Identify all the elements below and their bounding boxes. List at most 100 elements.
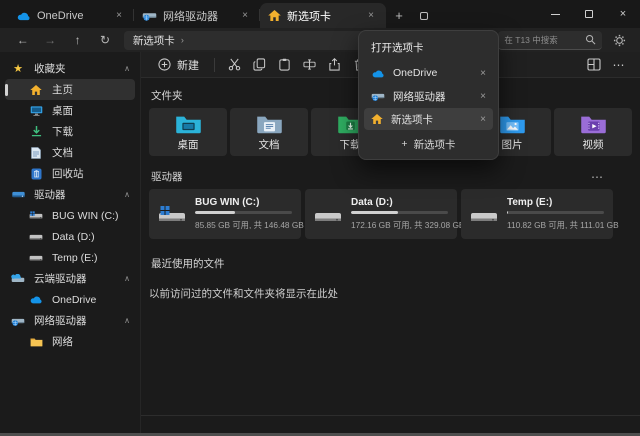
sidebar-item-label: BUG WIN (C:) xyxy=(52,209,119,222)
sidebar-item-recycle-bin[interactable]: 回收站 xyxy=(5,163,135,184)
sidebar-item-downloads[interactable]: 下载 xyxy=(5,121,135,142)
folder-card-documents[interactable]: 文档 xyxy=(230,108,308,156)
paste-icon[interactable] xyxy=(273,55,296,75)
tab-new-tab[interactable]: 新选项卡 × xyxy=(260,3,386,28)
flyout-title: 打开选项卡 xyxy=(371,42,424,54)
search-icon[interactable] xyxy=(585,34,596,45)
flyout-item-onedrive[interactable]: OneDrive × xyxy=(364,62,493,84)
onedrive-cloud-icon xyxy=(28,295,44,304)
close-tab-icon[interactable]: × xyxy=(364,10,378,21)
drive-card-c[interactable]: BUG WIN (C:) 85.85 GB 可用, 共 146.48 GB xyxy=(149,189,304,239)
back-icon[interactable]: ← xyxy=(10,34,35,46)
sidebar-section-cloud-drives[interactable]: 云端驱动器 ∧ xyxy=(5,268,135,289)
sidebar-item-label: 主页 xyxy=(52,84,73,96)
network-drive-icon xyxy=(371,91,385,101)
recent-section-title[interactable]: 最近使用的文件 xyxy=(151,256,632,271)
breadcrumb-location[interactable]: 新选项卡 xyxy=(133,33,175,48)
sidebar-item-network[interactable]: 网络 xyxy=(5,331,135,352)
new-button[interactable]: 新建 xyxy=(151,54,206,76)
drive-capacity: 110.82 GB 可用, 共 111.01 GB xyxy=(507,219,619,230)
search-input[interactable]: 在 T13 中搜索 xyxy=(498,30,603,50)
system-drive-icon xyxy=(28,211,44,220)
sidebar-item-onedrive[interactable]: OneDrive xyxy=(5,289,135,310)
download-icon xyxy=(28,126,44,137)
sidebar-section-label: 驱动器 xyxy=(34,189,66,201)
drive-name: BUG WIN (C:) xyxy=(195,197,260,209)
document-icon xyxy=(28,146,44,159)
drive-icon xyxy=(314,205,342,224)
drive-capacity: 172.16 GB 可用, 共 329.08 GB xyxy=(351,219,465,230)
tab-label: 网络驱动器 xyxy=(163,10,218,23)
desktop-icon xyxy=(28,105,44,116)
close-tab-icon[interactable]: × xyxy=(480,68,486,79)
drive-card-d[interactable]: Data (D:) 172.16 GB 可用, 共 329.08 GB xyxy=(305,189,465,239)
sidebar-item-documents[interactable]: 文档 xyxy=(5,142,135,163)
minimize-button[interactable] xyxy=(538,0,572,28)
sidebar-item-label: Data (D:) xyxy=(52,230,95,243)
close-tab-icon[interactable]: × xyxy=(112,10,126,21)
drive-name: Data (D:) xyxy=(351,197,393,209)
drive-cards: BUG WIN (C:) 85.85 GB 可用, 共 146.48 GB Da… xyxy=(149,189,632,239)
drive-icon xyxy=(10,190,26,199)
recycle-bin-icon xyxy=(28,168,44,180)
drive-usage-bar xyxy=(195,211,292,214)
sidebar-item-drive-e[interactable]: Temp (E:) xyxy=(5,247,135,268)
tab-list-icon[interactable] xyxy=(412,3,436,28)
chevron-up-icon[interactable]: ∧ xyxy=(124,190,130,199)
folder-card-videos[interactable]: 视频 xyxy=(554,108,632,156)
sidebar-item-label: 网络 xyxy=(52,336,73,348)
recent-empty-text: 以前访问过的文件和文件夹将显示在此处 xyxy=(149,288,338,300)
share-icon[interactable] xyxy=(323,55,346,75)
drive-card-e[interactable]: Temp (E:) 110.82 GB 可用, 共 111.01 GB xyxy=(461,189,619,239)
system-drive-icon xyxy=(158,205,186,224)
forward-icon[interactable]: → xyxy=(37,34,62,46)
sidebar-section-drives[interactable]: 驱动器 ∧ xyxy=(5,184,135,205)
close-window-button[interactable]: × xyxy=(606,0,640,28)
chevron-up-icon[interactable]: ∧ xyxy=(124,316,130,325)
sidebar-item-label: OneDrive xyxy=(52,293,97,306)
sidebar-section-favorites[interactable]: ★ 收藏夹 ∧ xyxy=(5,58,135,79)
cut-icon[interactable] xyxy=(223,55,246,75)
open-tabs-flyout: 打开选项卡 OneDrive × 网络驱动器 × 新选项卡 × + 新选项卡 xyxy=(358,30,499,160)
sidebar-item-label: Temp (E:) xyxy=(52,251,98,264)
tab-network-drive[interactable]: 网络驱动器 × xyxy=(134,3,260,28)
sidebar-item-drive-d[interactable]: Data (D:) xyxy=(5,226,135,247)
drives-section-title[interactable]: 驱动器 xyxy=(151,169,183,184)
folder-card-label: 图片 xyxy=(501,139,523,151)
sidebar-section-label: 收藏夹 xyxy=(34,63,66,75)
home-icon xyxy=(371,114,383,124)
sidebar-item-desktop[interactable]: 桌面 xyxy=(5,100,135,121)
settings-gear-icon[interactable] xyxy=(608,34,630,47)
file-explorer-window: OneDrive × 网络驱动器 × 新选项卡 × + × ← → ↑ ↻ 新选… xyxy=(0,0,640,436)
tab-onedrive[interactable]: OneDrive × xyxy=(8,3,134,28)
refresh-icon[interactable]: ↻ xyxy=(92,34,117,46)
rename-icon[interactable] xyxy=(298,55,321,75)
view-options-icon[interactable] xyxy=(582,55,605,75)
copy-icon[interactable] xyxy=(248,55,271,75)
close-tab-icon[interactable]: × xyxy=(480,114,486,125)
drive-name: Temp (E:) xyxy=(507,197,553,209)
folder-card-desktop[interactable]: 桌面 xyxy=(149,108,227,156)
maximize-button[interactable] xyxy=(572,0,606,28)
tab-label: 新选项卡 xyxy=(287,10,331,23)
close-tab-icon[interactable]: × xyxy=(480,91,486,102)
flyout-item-new-tab[interactable]: 新选项卡 × xyxy=(364,108,493,130)
sidebar-section-label: 云端驱动器 xyxy=(34,273,87,285)
more-options-icon[interactable]: ⋯ xyxy=(607,55,630,75)
sidebar-item-home[interactable]: 主页 xyxy=(5,79,135,100)
sidebar-item-drive-c[interactable]: BUG WIN (C:) xyxy=(5,205,135,226)
chevron-right-icon[interactable]: › xyxy=(181,35,184,45)
flyout-item-network-drive[interactable]: 网络驱动器 × xyxy=(364,85,493,107)
tab-bar: OneDrive × 网络驱动器 × 新选项卡 × + × xyxy=(0,0,640,28)
chevron-up-icon[interactable]: ∧ xyxy=(124,64,130,73)
home-icon xyxy=(268,10,281,21)
flyout-new-tab-label: 新选项卡 xyxy=(413,138,456,151)
chevron-up-icon[interactable]: ∧ xyxy=(124,274,130,283)
up-icon[interactable]: ↑ xyxy=(65,34,90,46)
close-tab-icon[interactable]: × xyxy=(238,10,252,21)
onedrive-cloud-icon xyxy=(371,69,385,78)
drives-more-icon[interactable]: ⋯ xyxy=(591,170,604,184)
new-tab-button[interactable]: + xyxy=(386,3,412,28)
sidebar-section-network-drives[interactable]: 网络驱动器 ∧ xyxy=(5,310,135,331)
flyout-new-tab-button[interactable]: + 新选项卡 xyxy=(359,132,498,156)
